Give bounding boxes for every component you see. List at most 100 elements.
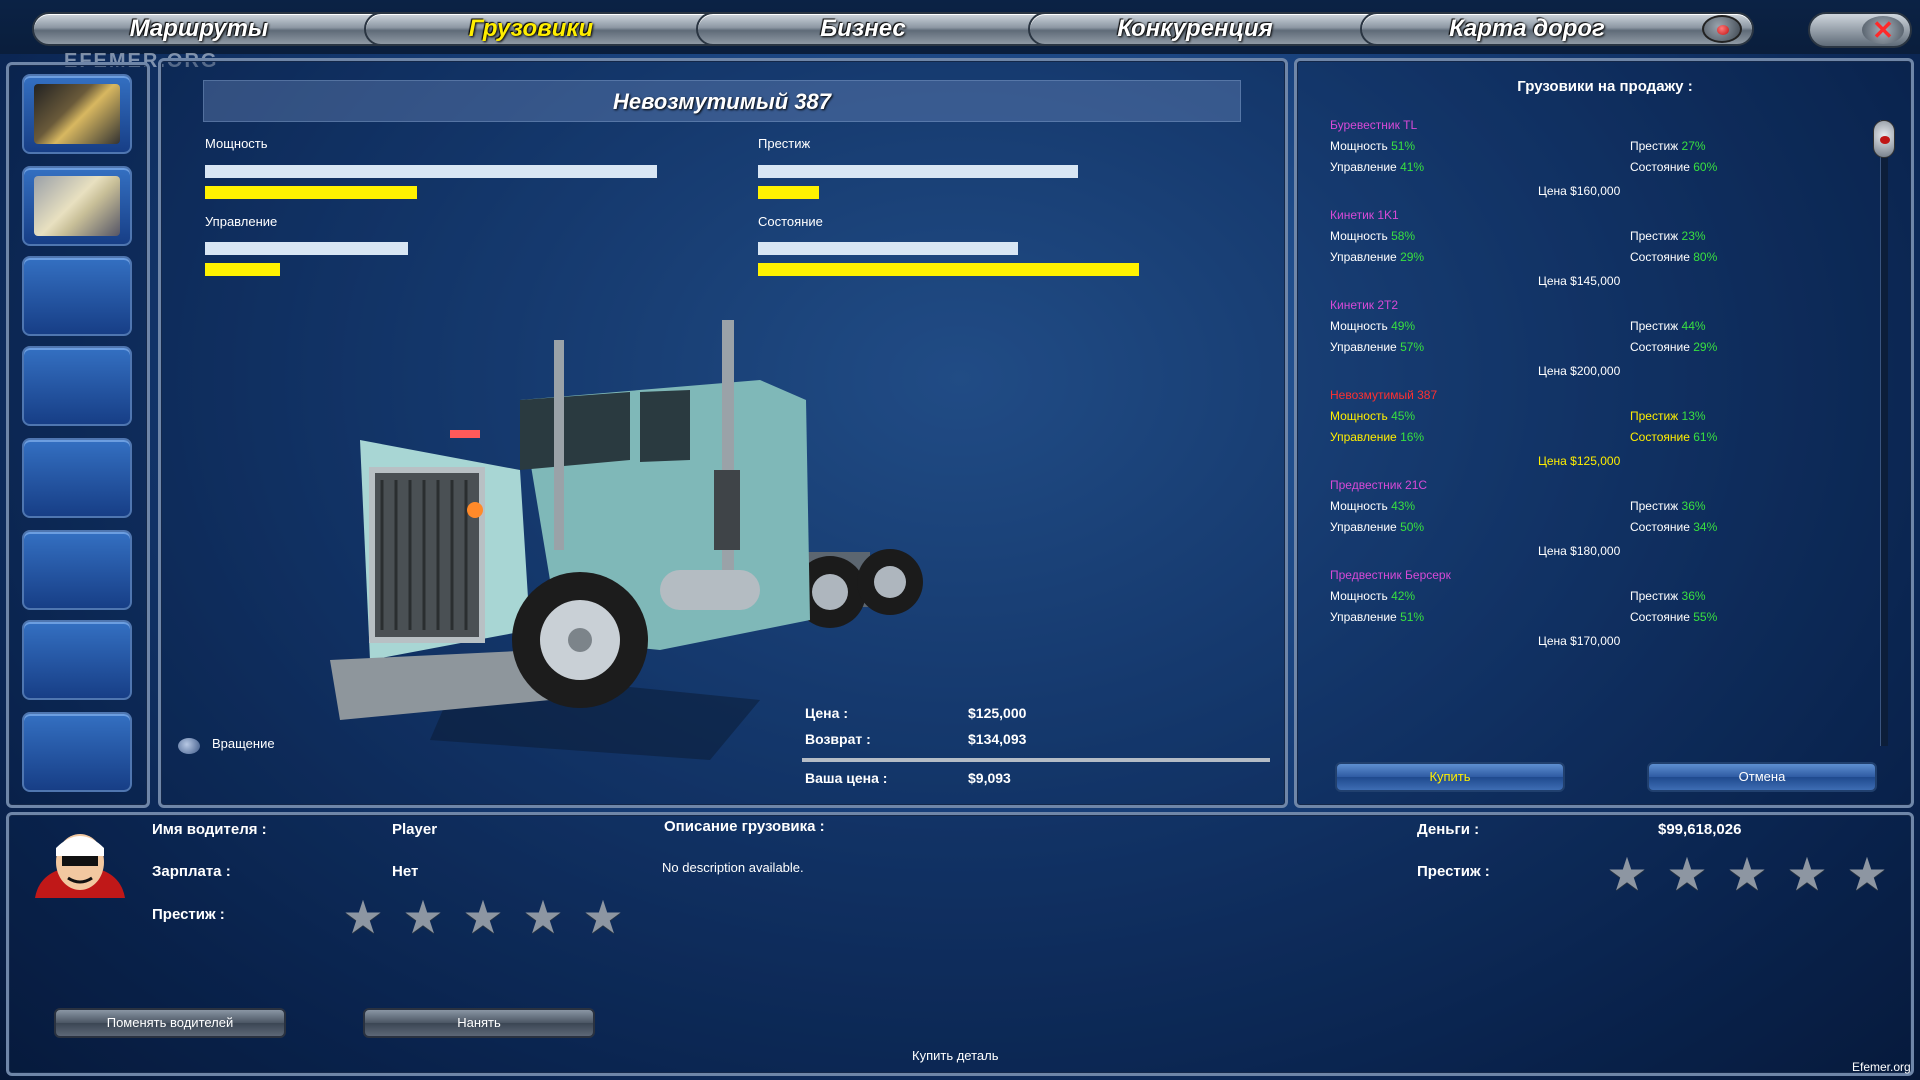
truck-slot-4[interactable] — [22, 346, 132, 426]
truck-slot-1[interactable] — [22, 74, 132, 154]
sale-item-handling: Управление 51% — [1330, 610, 1424, 624]
sale-item-name: Предвестник Берсерк — [1330, 568, 1451, 582]
sale-item-condition-value: 55% — [1693, 610, 1718, 624]
truck-slot-3[interactable] — [22, 256, 132, 336]
salary-label: Зарплата : — [152, 863, 231, 880]
buy-button[interactable]: Купить — [1335, 762, 1565, 792]
close-button[interactable]: ✕ — [1808, 12, 1912, 48]
sale-item-prestige: Престиж 36% — [1630, 499, 1706, 513]
sale-list-item[interactable]: Буревестник TL Мощность 51% Престиж 27% Упр… — [1330, 118, 1870, 208]
truck-title-bar: Невозмутимый 387 — [203, 80, 1241, 122]
sale-item-prestige-value: 23% — [1681, 229, 1706, 243]
sale-item-name: Кинетик 1K1 — [1330, 208, 1399, 222]
your-price-value: $9,093 — [968, 770, 1011, 786]
sale-item-power-value: 42% — [1391, 589, 1416, 603]
sale-item-name: Невозмутимый 387 — [1330, 388, 1438, 402]
star-icon: ★ — [522, 891, 564, 943]
top-navigation: Маршруты Грузовики Бизнес Конкуренция Ка… — [0, 0, 1920, 54]
sale-item-power-value: 45% — [1391, 409, 1416, 423]
handling-label: Управление — [205, 214, 278, 229]
company-prestige-label: Престиж : — [1417, 863, 1490, 880]
power-max-bar — [205, 165, 657, 178]
sale-heading: Грузовики на продажу : — [1517, 78, 1693, 95]
money-value: $99,618,026 — [1658, 821, 1742, 838]
sale-item-handling: Управление 29% — [1330, 250, 1424, 264]
truck-slot-7[interactable] — [22, 620, 132, 700]
description-text: No description available. — [662, 860, 804, 875]
sale-item-prestige: Престиж 23% — [1630, 229, 1706, 243]
sale-item-condition: Состояние 61% — [1630, 430, 1717, 444]
sale-item-prestige-value: 44% — [1681, 319, 1706, 333]
sale-item-prestige-key: Престиж — [1630, 409, 1679, 423]
sale-item-prestige: Престиж 44% — [1630, 319, 1706, 333]
condition-bar — [758, 263, 1139, 276]
star-icon: ★ — [582, 891, 624, 943]
sale-item-handling-key: Управление — [1330, 250, 1397, 264]
star-icon: ★ — [1606, 848, 1648, 900]
sale-item-condition-value: 29% — [1693, 340, 1718, 354]
star-icon: ★ — [1846, 848, 1888, 900]
sale-item-condition: Состояние 60% — [1630, 160, 1717, 174]
buy-part-link[interactable]: Купить деталь — [912, 1048, 999, 1063]
sale-item-handling-key: Управление — [1330, 340, 1397, 354]
truck-3d-preview[interactable] — [330, 320, 950, 760]
truck-slot-2[interactable] — [22, 166, 132, 246]
sale-item-price: Цена $125,000 — [1538, 454, 1621, 468]
divider — [802, 758, 1270, 762]
sale-item-prestige-key: Престиж — [1630, 319, 1679, 333]
description-label: Описание грузовика : — [664, 818, 825, 835]
driver-name-value: Player — [392, 821, 438, 838]
sale-list-item[interactable]: Кинетик 1K1 Мощность 58% Престиж 23% Управл… — [1330, 208, 1870, 298]
sale-item-price: Цена $180,000 — [1538, 544, 1621, 558]
sale-list-item[interactable]: Предвестник 21C Мощность 43% Престиж 36% Уп… — [1330, 478, 1870, 568]
salary-value: Нет — [392, 863, 419, 880]
sale-list-scrollbar[interactable] — [1873, 120, 1895, 746]
tab-label: Грузовики — [468, 15, 594, 42]
sale-list-item[interactable]: Предвестник Берсерк Мощность 42% Престиж 3… — [1330, 568, 1870, 658]
sale-item-condition: Состояние 34% — [1630, 520, 1717, 534]
sale-item-condition: Состояние 29% — [1630, 340, 1717, 354]
tab-label: Маршруты — [129, 15, 269, 42]
sale-list-item[interactable]: Кинетик 2T2 Мощность 49% Престиж 44% Управл… — [1330, 298, 1870, 388]
sale-item-handling-key: Управление — [1330, 610, 1397, 624]
return-label: Возврат : — [805, 731, 871, 747]
condition-max-bar — [758, 242, 1018, 255]
prestige-label: Престиж — [758, 136, 811, 151]
sale-item-condition-key: Состояние — [1630, 340, 1690, 354]
sale-item-prestige-value: 36% — [1681, 589, 1706, 603]
sale-item-power-value: 43% — [1391, 499, 1416, 513]
truck-slot-8[interactable] — [22, 712, 132, 792]
star-icon: ★ — [1666, 848, 1708, 900]
truck-slot-5[interactable] — [22, 438, 132, 518]
tab-label: Конкуренция — [1117, 15, 1273, 42]
sale-item-power-key: Мощность — [1330, 589, 1388, 603]
sale-item-prestige-value: 36% — [1681, 499, 1706, 513]
sale-item-power: Мощность 45% — [1330, 409, 1415, 423]
sale-item-handling: Управление 41% — [1330, 160, 1424, 174]
sale-item-handling-value: 16% — [1400, 430, 1425, 444]
driver-avatar — [35, 834, 125, 898]
sale-item-power: Мощность 42% — [1330, 589, 1415, 603]
scroll-thumb[interactable] — [1873, 120, 1895, 158]
tab-road-map[interactable]: Карта дорог — [1360, 12, 1754, 46]
truck-thumbnail-icon — [34, 176, 120, 236]
sale-item-name: Кинетик 2T2 — [1330, 298, 1399, 312]
return-value: $134,093 — [968, 731, 1027, 747]
sale-item-name: Буревестник TL — [1330, 118, 1418, 132]
rotate-icon[interactable] — [178, 738, 200, 754]
sale-item-prestige-key: Престиж — [1630, 589, 1679, 603]
truck-slot-6[interactable] — [22, 530, 132, 610]
indicator-light-icon — [1702, 15, 1742, 43]
cancel-button[interactable]: Отмена — [1647, 762, 1877, 792]
sale-item-handling: Управление 16% — [1330, 430, 1424, 444]
handling-max-bar — [205, 242, 408, 255]
footer-text: Efemer.org — [1852, 1060, 1911, 1074]
sale-item-condition-value: 80% — [1693, 250, 1718, 264]
change-driver-button[interactable]: Поменять водителей — [54, 1008, 286, 1038]
star-icon: ★ — [402, 891, 444, 943]
sale-item-prestige-key: Престиж — [1630, 499, 1679, 513]
hire-button[interactable]: Нанять — [363, 1008, 595, 1038]
sale-item-power-key: Мощность — [1330, 319, 1388, 333]
star-icon: ★ — [342, 891, 384, 943]
sale-list-item[interactable]: Невозмутимый 387 Мощность 45% Престиж 13% У… — [1330, 388, 1870, 478]
